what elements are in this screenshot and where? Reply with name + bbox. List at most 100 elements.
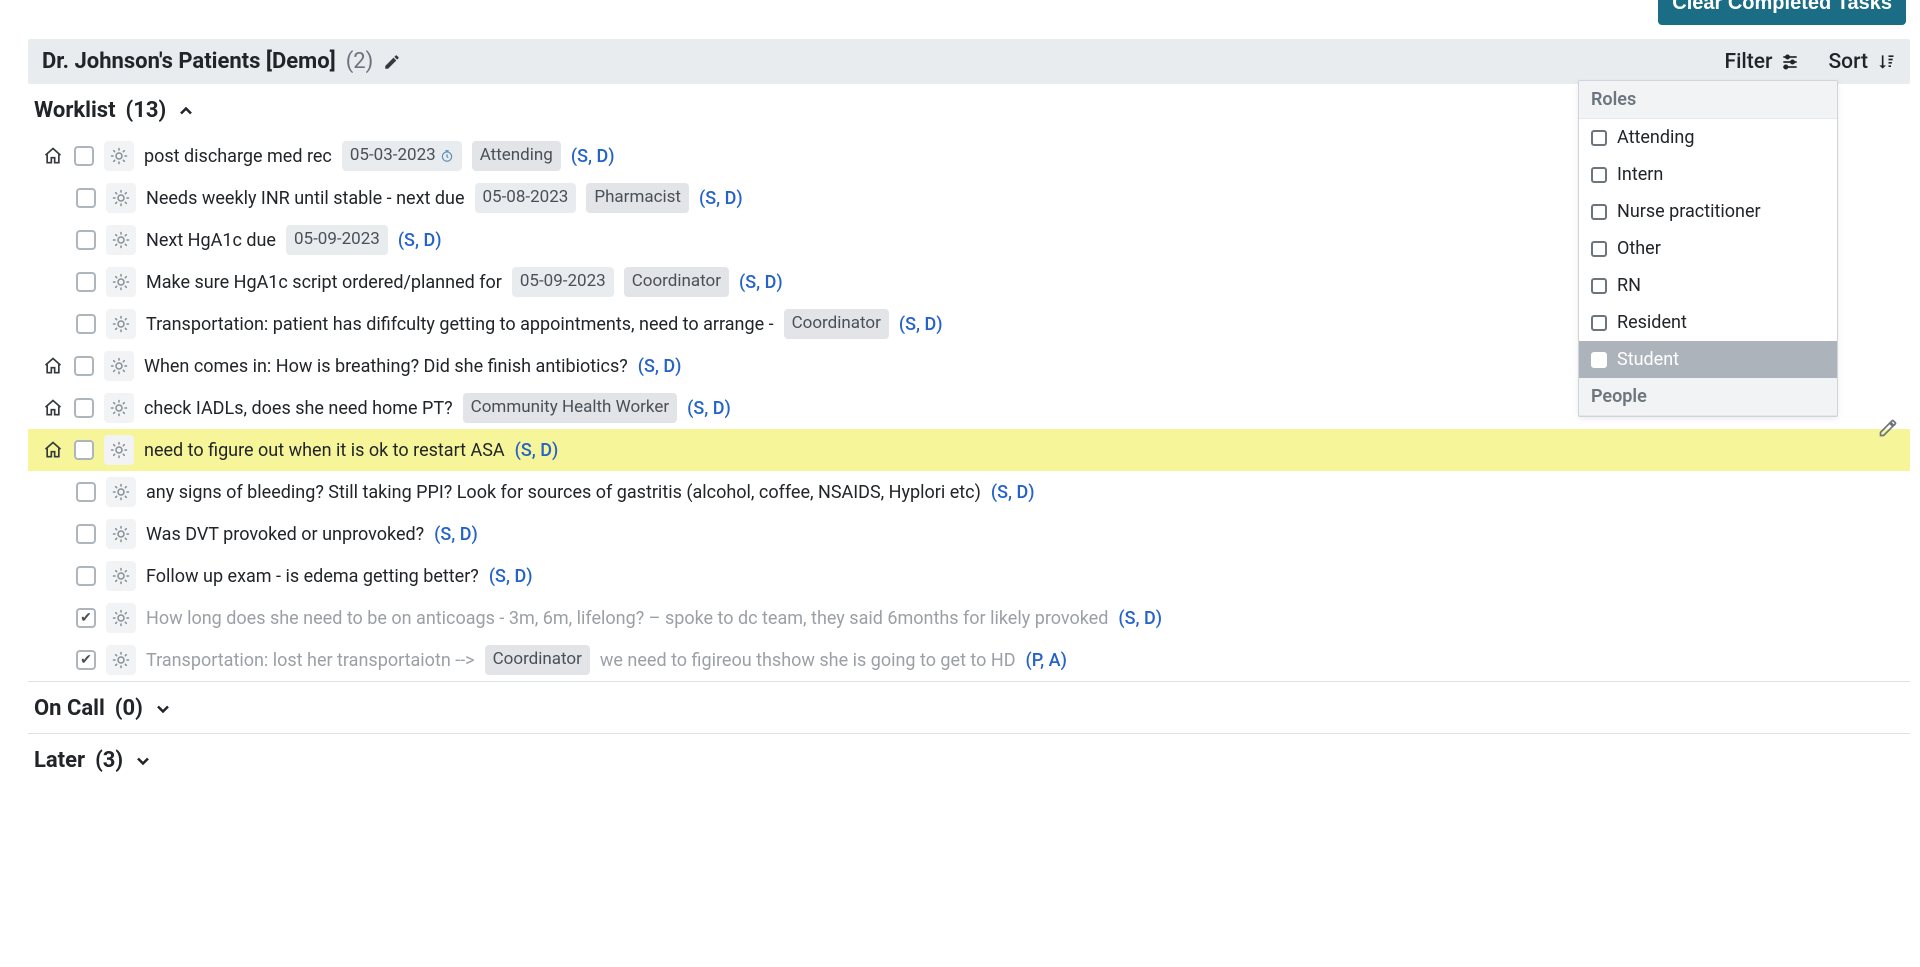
filter-button[interactable]: Filter bbox=[1725, 50, 1801, 74]
section-oncall-count: (0) bbox=[115, 696, 143, 721]
task-checkbox[interactable] bbox=[76, 188, 96, 208]
home-icon[interactable] bbox=[42, 398, 64, 418]
filter-checkbox[interactable] bbox=[1591, 315, 1607, 331]
task-checkbox[interactable] bbox=[74, 440, 94, 460]
sort-icon bbox=[1876, 52, 1896, 72]
task-link[interactable]: (S, D) bbox=[571, 143, 615, 170]
filter-role-label: Attending bbox=[1617, 127, 1694, 148]
filter-people-heading: People bbox=[1579, 378, 1837, 416]
clear-completed-button[interactable]: Clear Completed Tasks bbox=[1658, 0, 1906, 25]
brightness-icon[interactable] bbox=[104, 351, 134, 381]
task-checkbox[interactable] bbox=[76, 230, 96, 250]
task-text: Follow up exam - is edema getting better… bbox=[146, 563, 479, 590]
task-link[interactable]: (S, D) bbox=[899, 311, 943, 338]
section-later-count: (3) bbox=[95, 748, 123, 773]
filter-role-label: Nurse practitioner bbox=[1617, 201, 1761, 222]
task-row: How long does she need to be on anticoag… bbox=[28, 597, 1910, 639]
filter-role-label: Student bbox=[1617, 349, 1679, 370]
section-oncall-label: On Call bbox=[34, 696, 105, 721]
brightness-icon[interactable] bbox=[104, 393, 134, 423]
filter-role-item[interactable]: Student bbox=[1579, 341, 1837, 378]
edit-list-icon[interactable] bbox=[383, 53, 401, 71]
task-link[interactable]: (S, D) bbox=[739, 269, 783, 296]
task-link[interactable]: (S, D) bbox=[515, 437, 559, 464]
list-title: Dr. Johnson's Patients [Demo] bbox=[42, 49, 336, 74]
filter-checkbox[interactable] bbox=[1591, 204, 1607, 220]
brightness-icon[interactable] bbox=[106, 183, 136, 213]
list-patient-count: (2) bbox=[346, 49, 374, 74]
task-text: Was DVT provoked or unprovoked? bbox=[146, 521, 424, 548]
task-text: Transportation: lost her transportaiotn … bbox=[146, 647, 475, 674]
brightness-icon[interactable] bbox=[106, 603, 136, 633]
chevron-down-icon bbox=[133, 751, 153, 771]
section-later-header[interactable]: Later (3) bbox=[28, 734, 1910, 785]
task-link[interactable]: (S, D) bbox=[1118, 605, 1162, 632]
brightness-icon[interactable] bbox=[106, 225, 136, 255]
filter-role-item[interactable]: Resident bbox=[1579, 304, 1837, 341]
task-row: any signs of bleeding? Still taking PPI?… bbox=[28, 471, 1910, 513]
home-icon[interactable] bbox=[42, 440, 64, 460]
task-row: Transportation: lost her transportaiotn … bbox=[28, 639, 1910, 681]
filter-role-item[interactable]: Attending bbox=[1579, 119, 1837, 156]
filter-checkbox[interactable] bbox=[1591, 241, 1607, 257]
brightness-icon[interactable] bbox=[104, 435, 134, 465]
date-pill: 05-09-2023 bbox=[286, 225, 388, 255]
filter-role-item[interactable]: Other bbox=[1579, 230, 1837, 267]
task-link[interactable]: (S, D) bbox=[434, 521, 478, 548]
task-checkbox[interactable] bbox=[76, 482, 96, 502]
task-link[interactable]: (S, D) bbox=[398, 227, 442, 254]
task-link[interactable]: (S, D) bbox=[489, 563, 533, 590]
section-later: Later (3) bbox=[28, 734, 1910, 785]
task-link[interactable]: (S, D) bbox=[638, 353, 682, 380]
task-link[interactable]: (S, D) bbox=[687, 395, 731, 422]
list-header: Dr. Johnson's Patients [Demo] (2) Filter… bbox=[28, 39, 1910, 84]
task-checkbox[interactable] bbox=[76, 272, 96, 292]
task-text-secondary: we need to figireou thshow she is going … bbox=[600, 647, 1016, 674]
filter-checkbox[interactable] bbox=[1591, 352, 1607, 368]
filter-checkbox[interactable] bbox=[1591, 167, 1607, 183]
role-pill: Coordinator bbox=[485, 645, 590, 675]
task-link[interactable]: (S, D) bbox=[991, 479, 1035, 506]
task-checkbox[interactable] bbox=[76, 314, 96, 334]
role-pill: Pharmacist bbox=[586, 183, 689, 213]
brightness-icon[interactable] bbox=[106, 645, 136, 675]
role-pill: Coordinator bbox=[784, 309, 889, 339]
task-link[interactable]: (P, A) bbox=[1026, 647, 1067, 674]
task-checkbox[interactable] bbox=[76, 650, 96, 670]
brightness-icon[interactable] bbox=[106, 267, 136, 297]
filter-role-item[interactable]: RN bbox=[1579, 267, 1837, 304]
filter-role-item[interactable]: Nurse practitioner bbox=[1579, 193, 1837, 230]
role-pill: Attending bbox=[472, 141, 561, 171]
task-checkbox[interactable] bbox=[74, 356, 94, 376]
home-icon[interactable] bbox=[42, 146, 64, 166]
filter-role-label: RN bbox=[1617, 275, 1641, 296]
chevron-up-icon bbox=[176, 101, 196, 121]
filter-role-item[interactable]: Intern bbox=[1579, 156, 1837, 193]
sort-button[interactable]: Sort bbox=[1828, 50, 1896, 74]
section-worklist-label: Worklist bbox=[34, 98, 116, 123]
brightness-icon[interactable] bbox=[106, 477, 136, 507]
task-row: Was DVT provoked or unprovoked? (S, D) bbox=[28, 513, 1910, 555]
brightness-icon[interactable] bbox=[106, 561, 136, 591]
filter-checkbox[interactable] bbox=[1591, 130, 1607, 146]
task-checkbox[interactable] bbox=[76, 566, 96, 586]
brightness-icon[interactable] bbox=[104, 141, 134, 171]
task-checkbox[interactable] bbox=[74, 146, 94, 166]
section-oncall-header[interactable]: On Call (0) bbox=[28, 682, 1910, 733]
task-checkbox[interactable] bbox=[76, 524, 96, 544]
task-text: When comes in: How is breathing? Did she… bbox=[144, 353, 628, 380]
date-pill: 05-09-2023 bbox=[512, 267, 614, 297]
role-pill: Coordinator bbox=[624, 267, 729, 297]
brightness-icon[interactable] bbox=[106, 309, 136, 339]
date-pill: 05-08-2023 bbox=[475, 183, 577, 213]
task-link[interactable]: (S, D) bbox=[699, 185, 743, 212]
brightness-icon[interactable] bbox=[106, 519, 136, 549]
home-icon[interactable] bbox=[42, 356, 64, 376]
filter-role-label: Other bbox=[1617, 238, 1661, 259]
edit-task-icon[interactable] bbox=[1878, 418, 1898, 438]
filter-checkbox[interactable] bbox=[1591, 278, 1607, 294]
task-text: Transportation: patient has dififculty g… bbox=[146, 311, 774, 338]
task-checkbox[interactable] bbox=[74, 398, 94, 418]
task-text: Needs weekly INR until stable - next due bbox=[146, 185, 465, 212]
task-checkbox[interactable] bbox=[76, 608, 96, 628]
